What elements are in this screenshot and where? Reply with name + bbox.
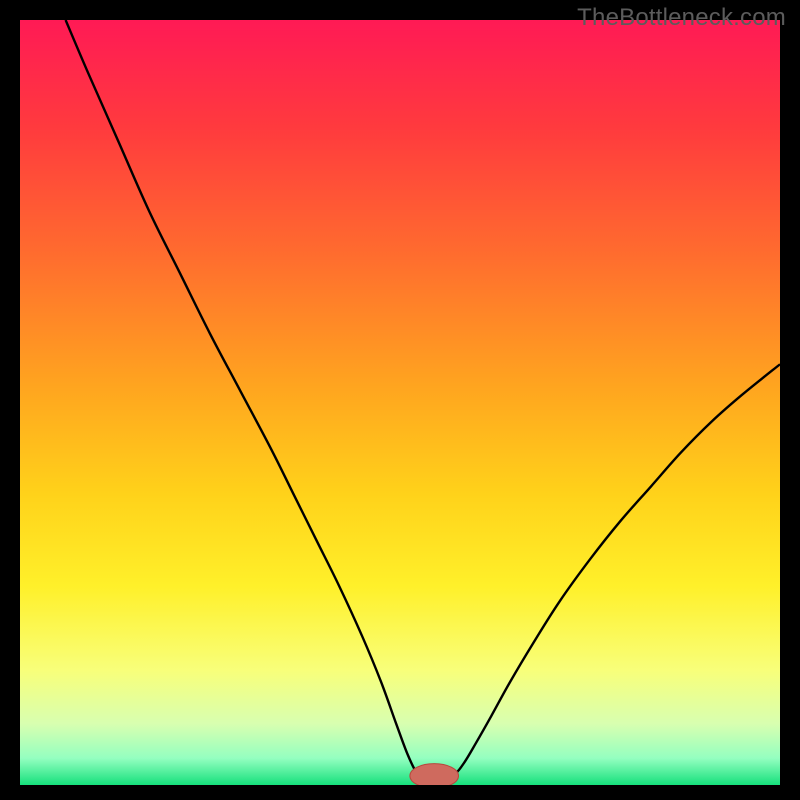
plot-area <box>20 20 780 785</box>
chart-frame: TheBottleneck.com <box>0 0 800 800</box>
optimal-point-marker <box>410 764 459 785</box>
watermark-text: TheBottleneck.com <box>577 4 786 32</box>
gradient-background <box>20 20 780 785</box>
bottleneck-chart <box>20 20 780 785</box>
